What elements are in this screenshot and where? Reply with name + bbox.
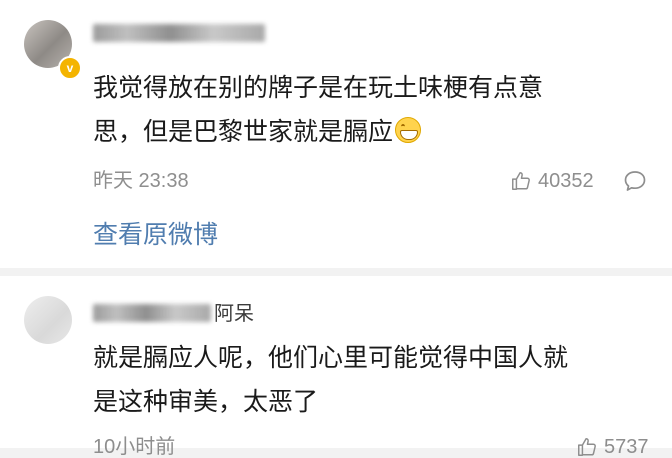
verified-badge-icon: v: [58, 56, 82, 80]
thumbs-up-icon: [512, 172, 530, 190]
username-blurred[interactable]: [93, 304, 211, 322]
like-count: 40352: [538, 170, 594, 192]
view-original-post-link[interactable]: 查看原微博: [93, 218, 218, 252]
like-button[interactable]: 40352: [510, 170, 594, 192]
comment-card: 阿呆 就是膈应人呢，他们心里可能觉得中国人就 是这种审美，太恶了: [0, 276, 672, 448]
avatar[interactable]: [24, 296, 72, 344]
grinning-face-icon: [395, 117, 422, 143]
like-button[interactable]: 5737: [576, 436, 649, 458]
comment-text-line: 思，但是巴黎世家就是膈应: [93, 117, 394, 146]
reply-comment-icon[interactable]: [622, 168, 648, 194]
username[interactable]: 阿呆: [214, 302, 254, 324]
username-blurred[interactable]: [93, 24, 265, 42]
comment-text-line: 就是膈应人呢，他们心里可能觉得中国人就: [93, 343, 569, 372]
thumbs-up-icon: [578, 438, 596, 456]
comment-card: v 我觉得放在别的牌子是在玩土味梗有点意 思，但是巴黎世家就是膈应 昨天 23:3…: [0, 0, 672, 268]
comment-text-line: 我觉得放在别的牌子是在玩土味梗有点意: [93, 73, 544, 102]
comment-text-line: 是这种审美，太恶了: [93, 387, 319, 416]
comment-timestamp: 10小时前: [93, 436, 176, 458]
like-count: 5737: [604, 436, 649, 458]
comment-timestamp: 昨天 23:38: [93, 170, 189, 192]
comment-text: 就是膈应人呢，他们心里可能觉得中国人就 是这种审美，太恶了: [93, 336, 653, 424]
comment-text: 我觉得放在别的牌子是在玩土味梗有点意 思，但是巴黎世家就是膈应: [93, 66, 653, 154]
